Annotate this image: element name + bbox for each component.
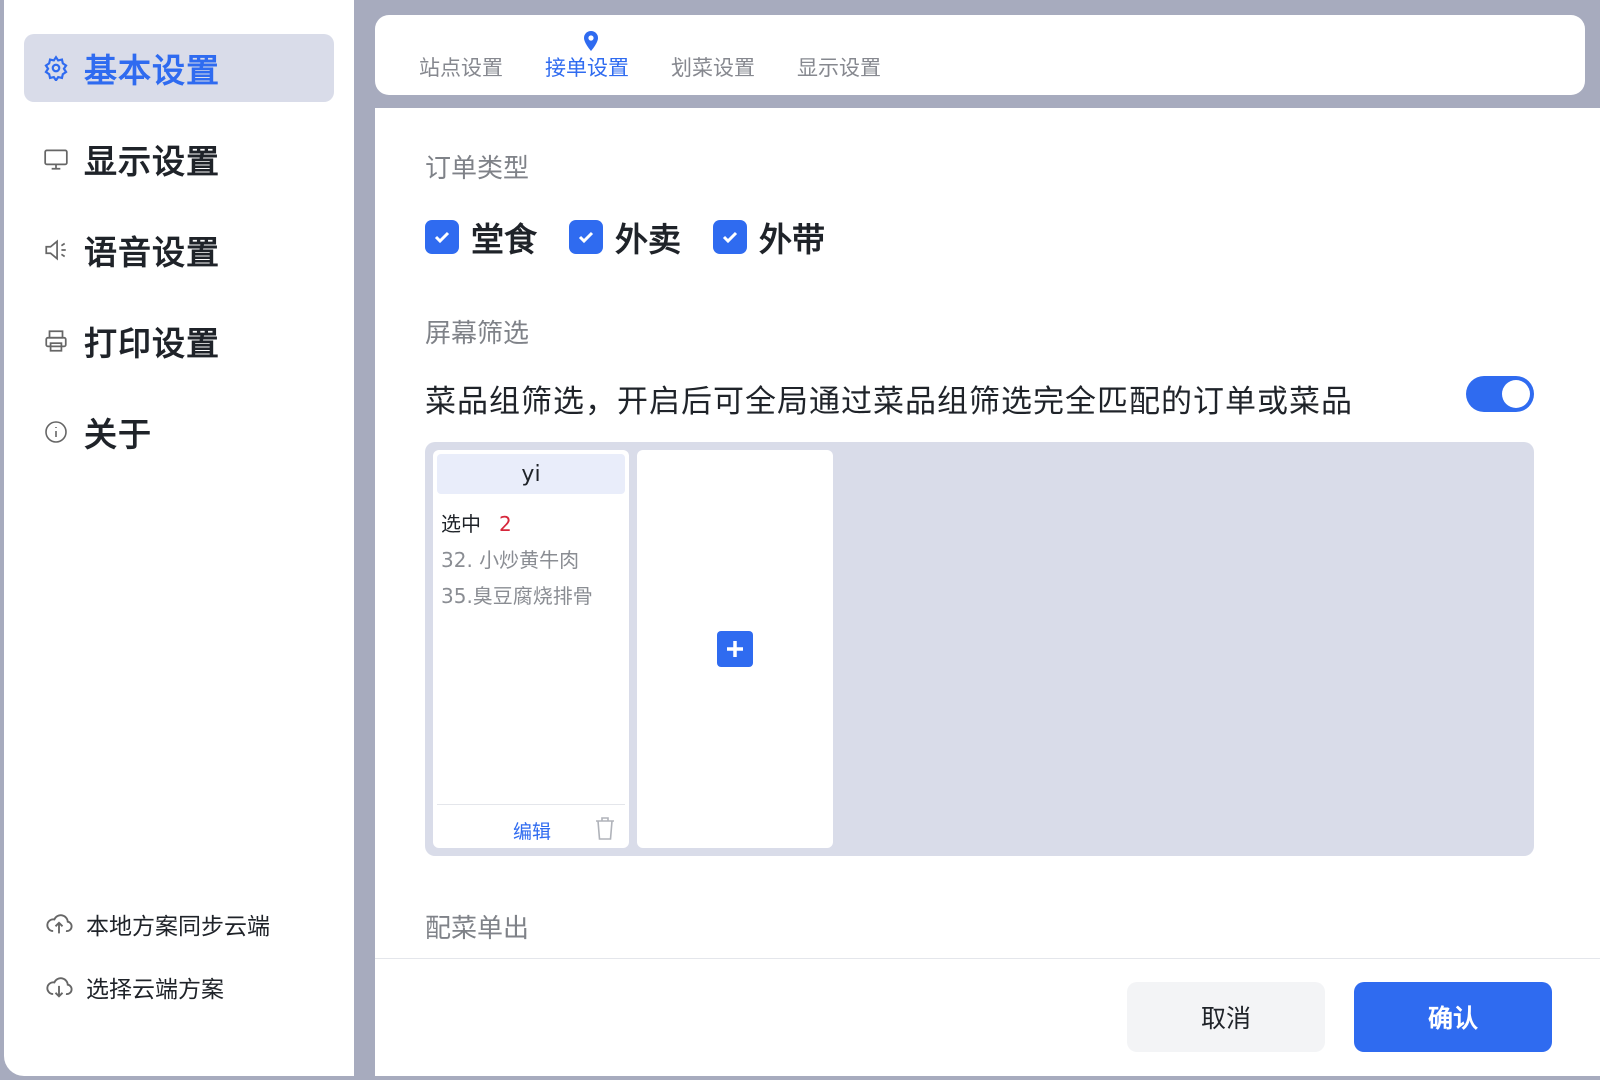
trash-icon[interactable] xyxy=(593,815,617,841)
settings-tab-bar: 站点设置 接单设置 划菜设置 显示设置 xyxy=(375,15,1585,95)
selected-label: 选中 xyxy=(441,512,481,536)
sidebar-item-print-settings[interactable]: 打印设置 xyxy=(24,307,334,375)
add-group-button[interactable] xyxy=(717,631,753,667)
cancel-button[interactable]: 取消 xyxy=(1127,982,1325,1052)
sidebar-item-display-settings[interactable]: 显示设置 xyxy=(24,125,334,193)
settings-content: 订单类型 堂食 外卖 外带 屏幕筛选 菜品组筛选，开启后可全局通过菜品组筛选完全… xyxy=(375,108,1600,958)
selected-count: 2 xyxy=(499,512,512,536)
tab-display-settings[interactable]: 显示设置 xyxy=(797,52,881,82)
sidebar-item-voice-settings[interactable]: 语音设置 xyxy=(24,216,334,284)
dish-group-filter-description: 菜品组筛选，开启后可全局通过菜品组筛选完全匹配的订单或菜品 xyxy=(425,384,1353,420)
checkbox-label: 外卖 xyxy=(615,220,681,259)
location-pin-icon xyxy=(584,31,598,51)
dish-group-filter-toggle[interactable] xyxy=(1466,376,1534,412)
sidebar-item-basic-settings[interactable]: 基本设置 xyxy=(24,34,334,102)
sync-local-label: 本地方案同步云端 xyxy=(86,914,270,940)
tab-dish-marking-settings[interactable]: 划菜设置 xyxy=(671,52,755,82)
order-type-options: 堂食 外卖 外带 xyxy=(425,213,857,261)
confirm-button[interactable]: 确认 xyxy=(1354,982,1552,1052)
checkmark-icon xyxy=(713,220,747,254)
sync-local-to-cloud-button[interactable]: 本地方案同步云端 xyxy=(44,904,270,944)
toggle-knob xyxy=(1502,380,1530,408)
checkbox-label: 堂食 xyxy=(471,220,537,259)
select-cloud-plan-button[interactable]: 选择云端方案 xyxy=(44,967,224,1007)
dish-group-name: yi xyxy=(437,454,625,494)
dish-group-footer: 编辑 xyxy=(437,804,625,848)
dish-groups-area: yi 选中 2 32. 小炒黄牛肉 35.臭豆腐烧排骨 编辑 xyxy=(425,442,1534,856)
side-dish-title: 配菜单出 xyxy=(425,914,530,944)
gear-icon xyxy=(42,54,70,82)
info-icon xyxy=(42,418,70,446)
order-type-title: 订单类型 xyxy=(425,154,530,184)
monitor-icon xyxy=(42,145,70,173)
checkbox-dine-in[interactable]: 堂食 xyxy=(425,213,537,261)
speaker-icon xyxy=(42,236,70,264)
checkbox-label: 外带 xyxy=(759,220,825,259)
tab-order-settings[interactable]: 接单设置 xyxy=(545,52,629,82)
dialog-actions: 取消 确认 xyxy=(375,958,1600,1076)
sidebar-item-about[interactable]: 关于 xyxy=(24,398,334,466)
checkbox-delivery[interactable]: 外卖 xyxy=(569,213,681,261)
printer-icon xyxy=(42,327,70,355)
cloud-download-icon xyxy=(44,972,74,1002)
screen-filter-title: 屏幕筛选 xyxy=(425,319,530,349)
list-item: 32. 小炒黄牛肉 xyxy=(441,548,580,572)
edit-group-button[interactable]: 编辑 xyxy=(513,817,551,844)
plus-icon xyxy=(727,641,743,657)
sidebar-item-label: 基本设置 xyxy=(84,51,220,90)
checkmark-icon xyxy=(569,220,603,254)
dish-group-selected: 选中 2 xyxy=(441,508,512,537)
add-dish-group-card xyxy=(637,450,833,848)
sidebar-item-label: 关于 xyxy=(84,415,152,454)
sidebar-item-label: 语音设置 xyxy=(84,233,220,272)
sidebar-item-label: 打印设置 xyxy=(84,324,220,363)
list-item: 35.臭豆腐烧排骨 xyxy=(441,584,593,608)
select-cloud-label: 选择云端方案 xyxy=(86,977,224,1003)
sidebar-item-label: 显示设置 xyxy=(84,142,220,181)
tab-site-settings[interactable]: 站点设置 xyxy=(419,52,503,82)
cloud-upload-icon xyxy=(44,909,74,939)
checkbox-takeaway[interactable]: 外带 xyxy=(713,213,825,261)
sidebar: 基本设置 显示设置 语音设置 打印设置 关于 本地方案同步云端 选择云端方案 xyxy=(4,0,354,1076)
dish-group-card[interactable]: yi 选中 2 32. 小炒黄牛肉 35.臭豆腐烧排骨 编辑 xyxy=(433,450,629,848)
app-frame: 基本设置 显示设置 语音设置 打印设置 关于 本地方案同步云端 选择云端方案 站… xyxy=(0,0,1600,1080)
checkmark-icon xyxy=(425,220,459,254)
